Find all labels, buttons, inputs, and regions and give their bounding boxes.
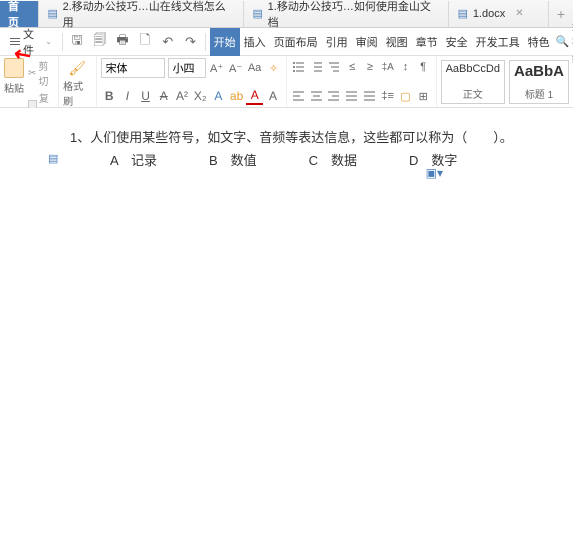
- superscript-button[interactable]: A²: [173, 87, 190, 105]
- ribbon-tab-section[interactable]: 章节: [412, 28, 442, 56]
- undo-button[interactable]: ↶: [157, 31, 178, 53]
- ribbon-tab-reference[interactable]: 引用: [322, 28, 352, 56]
- background-color-button[interactable]: A: [264, 87, 281, 105]
- increase-indent-button[interactable]: ≥: [362, 58, 379, 76]
- brush-icon: 🖌: [67, 58, 87, 78]
- multilevel-list-button[interactable]: [326, 58, 343, 76]
- font-color-button[interactable]: A: [246, 87, 263, 105]
- font-name-select[interactable]: [101, 58, 165, 78]
- paragraph-group: ≤ ≥ ‡A ↕ ¶ ‡≡ ▢ ⊞: [287, 56, 437, 107]
- brush-group: 🖌 格式刷: [59, 56, 96, 107]
- menubar: 文件 ⌄ ↖ 🖫 🗐 🖶 🗋 ↶ ↷ 开始 插入 页面布局 引用 审阅 视图 章…: [0, 28, 573, 56]
- style-preview: AaBbCcDd: [446, 63, 500, 75]
- shrink-font-button[interactable]: A⁻: [228, 59, 244, 77]
- outline-icon[interactable]: ▤: [48, 152, 60, 164]
- font-row-2: B I U A A² X₂ A ab A A: [101, 87, 282, 105]
- chevron-down-icon: ⌄: [45, 37, 52, 46]
- toolbar: 粘贴 ✂剪切 复制 🖌 格式刷 A⁺ A⁻ Aa ✧ B I U A A²: [0, 56, 573, 108]
- change-case-button[interactable]: Aa: [247, 59, 263, 77]
- ribbon-tab-start[interactable]: 开始: [210, 28, 240, 56]
- style-label: 标题 1: [514, 86, 564, 101]
- ribbon-tab-security[interactable]: 安全: [442, 28, 472, 56]
- word-icon: ▤: [457, 8, 469, 20]
- menubar-left: 文件 ⌄ ↖ 🖫 🗐 🖶 🗋 ↶ ↷ 开始 插入 页面布局 引用 审阅 视图 章…: [4, 24, 554, 60]
- word-icon: ▤: [47, 8, 59, 20]
- ribbon-tab-view[interactable]: 视图: [382, 28, 412, 56]
- italic-button[interactable]: I: [119, 87, 136, 105]
- number-list-button[interactable]: [308, 58, 325, 76]
- clear-format-button[interactable]: ✧: [266, 59, 282, 77]
- page-content: 1、人们使用某些符号，如文字、音频等表达信息，这些都可以称为（ ）。 A 记录 …: [0, 108, 573, 192]
- align-left-button[interactable]: [291, 87, 308, 105]
- print-preview-button[interactable]: 🗐: [90, 31, 111, 53]
- styles-group: AaBbCcDd 正文 AaBbA 标题 1: [437, 56, 573, 107]
- sort-button[interactable]: ↕: [397, 58, 414, 76]
- decrease-indent-button[interactable]: ≤: [344, 58, 361, 76]
- align-justify-button[interactable]: [344, 87, 361, 105]
- underline-button[interactable]: U: [137, 87, 154, 105]
- quick-access-button[interactable]: 🗋: [135, 31, 156, 53]
- highlight-button[interactable]: ab: [228, 87, 245, 105]
- scissors-icon: ✂: [28, 68, 36, 79]
- line-spacing-button[interactable]: ‡≡: [379, 87, 396, 105]
- ribbon-tab-developer[interactable]: 开发工具: [472, 28, 524, 56]
- font-group: A⁺ A⁻ Aa ✧ B I U A A² X₂ A ab A A: [97, 56, 287, 107]
- paste-label: 粘贴: [4, 80, 24, 95]
- font-size-select[interactable]: [168, 58, 206, 78]
- subscript-button[interactable]: X₂: [192, 87, 209, 105]
- align-center-button[interactable]: [308, 87, 325, 105]
- document-page[interactable]: 1、人们使用某些符号，如文字、音频等表达信息，这些都可以称为（ ）。 A 记录 …: [0, 108, 573, 548]
- borders-button[interactable]: ⊞: [415, 87, 432, 105]
- search-icon: 🔍: [556, 35, 570, 48]
- ribbon-tabs: 开始 插入 页面布局 引用 审阅 视图 章节 安全 开发工具 特色: [210, 28, 554, 56]
- brush-label: 格式刷: [63, 78, 91, 108]
- show-marks-button[interactable]: ¶: [415, 58, 432, 76]
- save-button[interactable]: 🖫: [67, 31, 88, 53]
- style-preview: AaBbA: [514, 63, 564, 80]
- strikethrough-button[interactable]: A: [155, 87, 172, 105]
- selection-handle-icon[interactable]: ▣▾: [426, 166, 443, 180]
- align-distribute-button[interactable]: [362, 87, 379, 105]
- cut-label: 剪切: [38, 58, 54, 88]
- shading-button[interactable]: ▢: [397, 87, 414, 105]
- ribbon-tab-layout[interactable]: 页面布局: [270, 28, 322, 56]
- document-line-2[interactable]: A 记录 B 数值 C 数据 D 数字: [70, 151, 513, 172]
- document-line-1[interactable]: 1、人们使用某些符号，如文字、音频等表达信息，这些都可以称为（ ）。: [70, 128, 513, 149]
- separator: [205, 33, 206, 51]
- grow-font-button[interactable]: A⁺: [209, 59, 225, 77]
- separator: [62, 33, 63, 51]
- word-icon: ▤: [252, 8, 264, 20]
- tab-4-label: 1.docx: [473, 8, 505, 20]
- redo-button[interactable]: ↷: [180, 31, 201, 53]
- para-row-1: ≤ ≥ ‡A ↕ ¶: [291, 58, 432, 76]
- para-row-2: ‡≡ ▢ ⊞: [291, 87, 432, 105]
- bullet-list-button[interactable]: [291, 58, 308, 76]
- style-heading-1[interactable]: AaBbA 标题 1: [509, 60, 569, 104]
- ribbon-tab-insert[interactable]: 插入: [240, 28, 270, 56]
- align-right-button[interactable]: [326, 87, 343, 105]
- ribbon-tab-special[interactable]: 特色: [524, 28, 554, 56]
- format-brush-button[interactable]: 🖌 格式刷: [63, 58, 91, 108]
- style-body[interactable]: AaBbCcDd 正文: [441, 60, 505, 104]
- text-direction-button[interactable]: ‡A: [379, 58, 396, 76]
- ribbon-tab-review[interactable]: 审阅: [352, 28, 382, 56]
- text-effects-button[interactable]: A: [210, 87, 227, 105]
- print-button[interactable]: 🖶: [112, 31, 133, 53]
- file-menu-button[interactable]: 文件 ⌄ ↖: [4, 24, 58, 60]
- style-label: 正文: [446, 86, 500, 101]
- close-icon[interactable]: ✕: [515, 8, 523, 19]
- bold-button[interactable]: B: [101, 87, 118, 105]
- font-row-1: A⁺ A⁻ Aa ✧: [101, 58, 282, 78]
